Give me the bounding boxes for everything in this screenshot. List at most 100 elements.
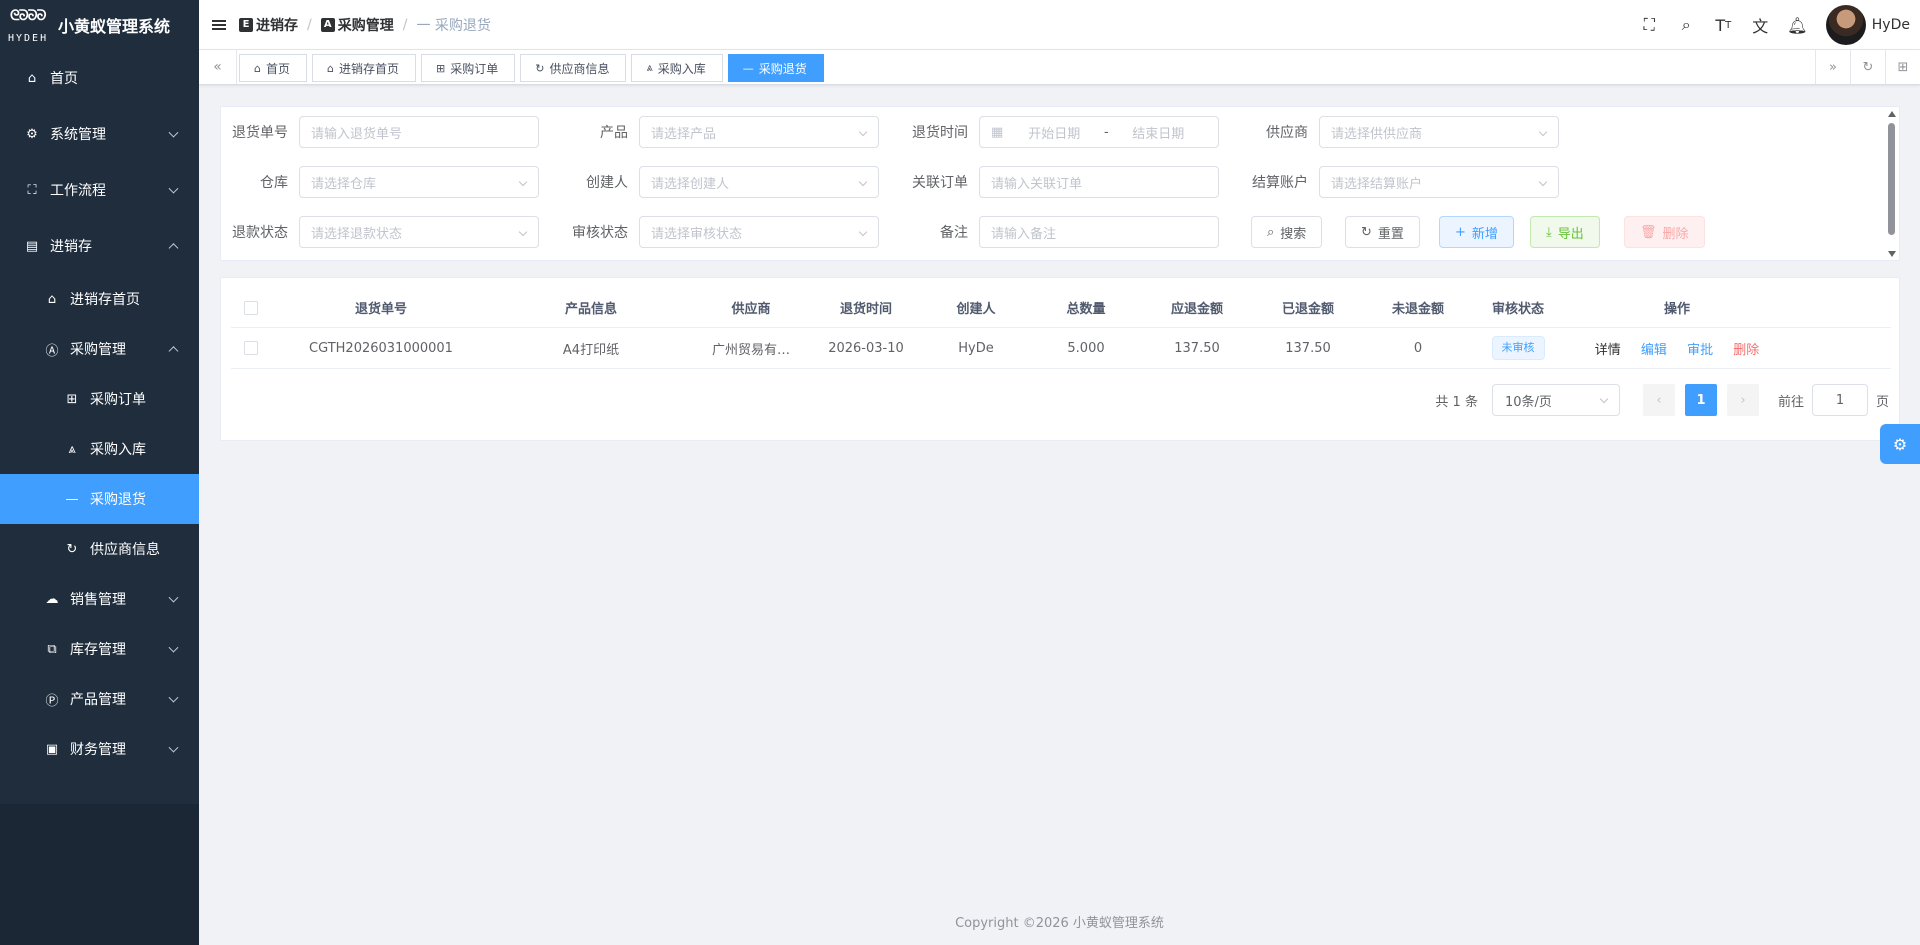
double-chevron-right-icon[interactable]: » xyxy=(1815,50,1850,84)
product-select[interactable]: 请选择产品 xyxy=(639,116,879,148)
settle-account-select[interactable]: 请选择结算账户 xyxy=(1319,166,1559,198)
scroll-down-icon[interactable] xyxy=(1888,251,1896,257)
sidebar-item-supplier[interactable]: ↻ 供应商信息 xyxy=(0,524,199,574)
double-chevron-left-icon[interactable]: « xyxy=(199,50,237,84)
sidebar-item-sales[interactable]: ☁ 销售管理 xyxy=(0,574,199,624)
select-all-checkbox[interactable] xyxy=(244,300,258,315)
return-time-range-picker[interactable]: ▦ 开始日期 - 结束日期 xyxy=(979,116,1219,148)
cell-refunded-amount: 137.50 xyxy=(1285,340,1331,356)
tag-supplier[interactable]: ↻ 供应商信息 xyxy=(520,54,627,82)
next-page-button[interactable]: › xyxy=(1726,384,1759,416)
delete-button[interactable]: 🗑︎ 删除 xyxy=(1624,216,1705,248)
settings-float-button[interactable]: ⚙ xyxy=(1880,424,1920,464)
table-header: 退货单号 产品信息 供应商 退货时间 创建人 总数量 应退金额 已退金额 未退金… xyxy=(231,288,1891,328)
edit-link[interactable]: 编辑 xyxy=(1641,343,1667,358)
refresh-icon: ↻ xyxy=(66,541,78,557)
breadcrumb-label: 一 采购退货 xyxy=(416,17,491,34)
refund-status-select[interactable]: 请选择退款状态 xyxy=(299,216,539,248)
fullscreen-icon[interactable]: ⛶ xyxy=(1631,0,1668,50)
placeholder: 请选择退款状态 xyxy=(311,226,403,242)
tag-home[interactable]: ⌂ 首页 xyxy=(239,54,307,82)
page-number-current[interactable]: 1 xyxy=(1684,384,1717,416)
scroll-up-icon[interactable] xyxy=(1888,111,1896,117)
placeholder: 请选择审核状态 xyxy=(651,226,743,242)
row-checkbox-cell xyxy=(231,341,271,356)
tag-purchase-in[interactable]: ⩓ 采购入库 xyxy=(631,54,723,82)
search-button[interactable]: ⌕ 搜索 xyxy=(1251,216,1323,248)
field-label: 关联订单 xyxy=(912,175,968,191)
reset-button[interactable]: ↻ 重置 xyxy=(1345,216,1420,248)
return-no-input[interactable]: 请输入退货单号 xyxy=(299,116,539,148)
chevron-down-icon xyxy=(168,742,179,753)
sidebar-item-purchase-return[interactable]: — 采购退货 xyxy=(0,474,199,524)
form-item-return-no: 退货单号 请输入退货单号 xyxy=(231,116,539,148)
col-header: 产品信息 xyxy=(564,302,617,317)
search-icon[interactable]: ⌕ xyxy=(1668,0,1705,50)
creator-select[interactable]: 请选择创建人 xyxy=(639,166,879,198)
sidebar-item-purchase-in[interactable]: ⩓ 采购入库 xyxy=(0,424,199,474)
sidebar-item-workflow[interactable]: ⛶ 工作流程 xyxy=(0,162,199,218)
breadcrumb-item-inventory[interactable]: E 进销存 xyxy=(239,15,298,35)
home-icon: ⌂ xyxy=(254,61,261,75)
remark-input[interactable]: 请输入备注 xyxy=(979,216,1219,248)
related-order-input[interactable]: 请输入关联订单 xyxy=(979,166,1219,198)
goto-page-input[interactable]: 1 xyxy=(1811,384,1868,416)
tag-label: 进销存首页 xyxy=(338,61,399,76)
add-button[interactable]: + 新增 xyxy=(1439,216,1514,248)
tag-inventory-home[interactable]: ⌂ 进销存首页 xyxy=(312,54,416,82)
chevron-down-icon xyxy=(518,177,528,187)
sidebar-item-purchase[interactable]: Ⓐ 采购管理 xyxy=(0,324,199,374)
prev-page-button[interactable]: ‹ xyxy=(1642,384,1675,416)
supplier-select[interactable]: 请选择供供应商 xyxy=(1319,116,1559,148)
start-date-placeholder: 开始日期 xyxy=(1028,126,1081,142)
sidebar-item-label: 销售管理 xyxy=(70,592,126,608)
tag-purchase-order[interactable]: ⊞ 采购订单 xyxy=(421,54,516,82)
search-icon: ⌕ xyxy=(1267,224,1275,240)
breadcrumb-item-current: 一 采购退货 xyxy=(416,15,490,35)
sidebar-item-purchase-order[interactable]: ⊞ 采购订单 xyxy=(0,374,199,424)
detail-link[interactable]: 详情 xyxy=(1595,343,1621,358)
sidebar-item-inventory-home[interactable]: ⌂ 进销存首页 xyxy=(0,274,199,324)
grid-icon: ⊞ xyxy=(436,61,446,75)
field-label: 供应商 xyxy=(1266,125,1308,141)
col-header: 退货单号 xyxy=(354,302,407,317)
button-label: 删除 xyxy=(1662,226,1689,242)
sidebar-item-label: 财务管理 xyxy=(70,742,126,758)
refresh-icon[interactable]: ↻ xyxy=(1850,50,1885,84)
navbar-right: ⛶ ⌕ TT 文 🔔︎ HyDe xyxy=(1631,0,1920,50)
sidebar-item-stock[interactable]: ⧉ 库存管理 xyxy=(0,624,199,674)
sidebar-item-product[interactable]: Ⓟ 产品管理 xyxy=(0,674,199,724)
cell-return-no: CGTH2026031000001 xyxy=(309,340,453,356)
sidebar-item-inventory[interactable]: ▤ 进销存 xyxy=(0,218,199,274)
sidebar-item-home[interactable]: ⌂ 首页 xyxy=(0,50,199,106)
sidebar-item-system[interactable]: ⚙ 系统管理 xyxy=(0,106,199,162)
form-scrollbar[interactable] xyxy=(1888,111,1896,257)
grid-menu-icon[interactable]: ⊞ xyxy=(1885,50,1920,84)
sidebar-item-finance[interactable]: ▣ 财务管理 xyxy=(0,724,199,774)
logo[interactable]: ᘓᘐᘐᘐ HYDEH 小黄蚁管理系统 xyxy=(0,0,199,50)
page-size-select[interactable]: 10条/页 xyxy=(1491,384,1620,416)
export-button[interactable]: ⤓ 导出 xyxy=(1530,216,1600,248)
breadcrumb-label: 采购管理 xyxy=(337,17,394,34)
placeholder: 请输入退货单号 xyxy=(311,126,403,142)
logo-mark-icon: ᘓᘐᘐᘐ HYDEH xyxy=(8,8,49,44)
sidebar-empty-area xyxy=(0,804,199,945)
avatar[interactable] xyxy=(1825,5,1866,45)
hamburger-button[interactable] xyxy=(199,0,239,50)
row-checkbox[interactable] xyxy=(244,341,258,355)
bell-icon[interactable]: 🔔︎ xyxy=(1779,0,1816,50)
table-row[interactable]: CGTH2026031000001 A4打印纸 广州贸易有… 2026-03-1… xyxy=(231,328,1891,369)
audit-status-select[interactable]: 请选择审核状态 xyxy=(639,216,879,248)
username[interactable]: HyDe xyxy=(1872,17,1910,33)
cell-return-time: 2026-03-10 xyxy=(828,340,904,356)
breadcrumb-item-purchase[interactable]: A 采购管理 xyxy=(320,15,394,35)
audit-link[interactable]: 审批 xyxy=(1687,343,1713,358)
scroll-thumb[interactable] xyxy=(1888,123,1895,235)
font-size-icon[interactable]: TT xyxy=(1705,0,1742,50)
field-label: 审核状态 xyxy=(572,225,628,241)
delete-link[interactable]: 删除 xyxy=(1733,343,1759,358)
placeholder: 请选择产品 xyxy=(651,126,717,142)
warehouse-select[interactable]: 请选择仓库 xyxy=(299,166,539,198)
translate-icon[interactable]: 文 xyxy=(1742,0,1779,50)
tag-purchase-return[interactable]: — 采购退货 xyxy=(727,54,824,82)
